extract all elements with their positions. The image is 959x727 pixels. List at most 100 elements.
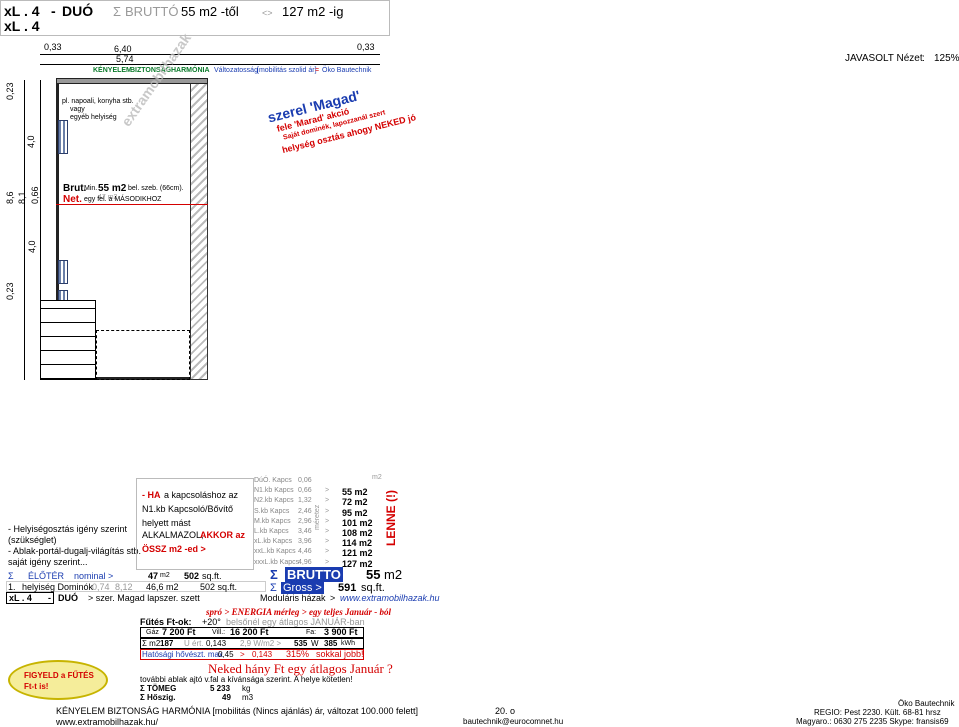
option-row-factor: 3,46 — [298, 528, 312, 535]
model-bar-arrow: > — [330, 593, 336, 603]
side-dim-g: 0,23 — [5, 282, 15, 300]
view-zoom[interactable]: 125% — [934, 53, 959, 64]
option-row-factor: 2,96 — [298, 518, 312, 525]
option-row-gt: > — [325, 559, 330, 566]
side-dim-a: 0,23 — [5, 82, 15, 100]
type-label: DUÓ — [62, 3, 94, 19]
room-note-2: vagy — [70, 106, 85, 113]
option-row-label: S.kb Kapcs — [254, 508, 290, 515]
room-row-area: 46,6 m2 — [146, 582, 179, 592]
net-area-unit: m2 — [160, 572, 170, 579]
brut-value: 55 m2 — [98, 183, 127, 194]
model-bar-link[interactable]: > szer. Magad lapszer. szett — [88, 593, 200, 603]
nominal-label: nominal > — [74, 571, 114, 581]
ha-line-2: N1.kb Kapcsoló/Bővítő — [142, 504, 234, 514]
room-row-label: helyiség Dominók — [22, 582, 94, 592]
tomeg-value: 5 233 — [210, 684, 231, 693]
option-row-gt: > — [325, 518, 330, 525]
energy-headline: spró > ENERGIA mérleg > egy teljes Januá… — [206, 607, 392, 617]
brutto-big-unit: m2 — [384, 567, 403, 582]
floor-note: egy fel. a MÁSODIKHOZ — [84, 196, 162, 203]
footer-mid-2[interactable]: bautechnik@eurocomnet.hu — [463, 717, 563, 726]
room-row-sqft: 502 sq.ft. — [200, 582, 238, 592]
dim-right: 0,33 — [357, 42, 375, 52]
room-row-num2: 8,12 — [115, 582, 133, 592]
room-row-num1: 0,74 — [92, 582, 110, 592]
options-unit: m2 — [372, 474, 382, 481]
u-value: 0,143 — [206, 639, 227, 648]
brutto-sigma: Σ — [270, 567, 278, 582]
w-value: 535 — [294, 639, 308, 648]
menu-item-0[interactable]: KÉNYELEM — [93, 67, 132, 74]
model-label: xL . 4 — [4, 3, 40, 19]
option-row-area: 121 m2 — [342, 548, 373, 558]
menu-variable[interactable]: Változatosság — [214, 67, 258, 74]
room-note-1: pl. napoali, konyha stb. — [62, 98, 134, 105]
footer-left-2[interactable]: www.extramobilhazak.hu/ — [56, 717, 158, 727]
option-row-label: xxL.kb Kapcs — [254, 548, 296, 555]
fa-value: 3 900 Ft — [324, 627, 358, 637]
option-row-gt: > — [325, 487, 330, 494]
summary-sigma: Σ — [8, 571, 14, 581]
footer-left-1: KÉNYELEM BIZTONSÁG HARMÓNIA [mobilitás (… — [56, 706, 418, 716]
room-row-idx: 1. — [8, 582, 16, 592]
brutto-big-value: 55 — [366, 567, 381, 582]
option-row-area: 72 m2 — [342, 497, 368, 507]
dim-left: 0,33 — [44, 42, 62, 52]
net-sqft-value: 502 — [184, 571, 200, 581]
menu-price[interactable]: [mobilitás szolid ár] — [257, 67, 317, 74]
stairs — [40, 300, 96, 380]
option-row-gt: > — [325, 508, 330, 515]
w-label: 2,9 W/m2 > — [240, 639, 282, 648]
note-3: - Ablak-portál-dugalj-világítás stb. — [8, 546, 142, 556]
side-dim-line — [24, 80, 25, 380]
kwh-unit: kWh — [341, 640, 355, 647]
wall-side — [190, 80, 208, 380]
option-row-area: 114 m2 — [342, 538, 373, 548]
window-left-2 — [58, 260, 68, 284]
option-row-factor: 2,46 — [298, 508, 312, 515]
dim-mid1: 6,40 — [114, 44, 132, 54]
figyeld-badge: FIGYELD a FŰTÉS Ft-t is! — [8, 660, 108, 700]
option-row-label: M.kb Kapcs — [254, 518, 291, 525]
sigma-symbol: Σ — [113, 4, 122, 19]
net-label: Net. — [63, 194, 82, 205]
range-to: 127 m2 -ig — [282, 4, 344, 19]
footer-right-2: REGIO: Pest 2230. Kült. 68-81 hrsz — [814, 708, 941, 717]
limit-gt: > — [240, 650, 245, 659]
option-row-label: L.kb Kapcs — [254, 528, 289, 535]
option-row-gt: > — [325, 497, 330, 504]
side-dim-d: 8,1 — [17, 191, 27, 204]
ha-line-1b: a kapcsoláshoz az — [164, 490, 239, 500]
option-row-factor: 4,46 — [298, 548, 312, 555]
limit-u2: 0,143 — [252, 650, 273, 659]
gas-value: 7 200 Ft — [162, 627, 196, 637]
footer-right-1: Öko Bautechnik — [898, 699, 955, 708]
hoszig-unit: m3 — [242, 693, 254, 702]
note-1: - Helyiségosztás igény szerint — [8, 524, 128, 534]
options-vertical-label: méretez — [314, 504, 321, 530]
window-left-1 — [58, 120, 68, 154]
tomeg-unit: kg — [242, 684, 251, 693]
range-arrow: <> — [262, 8, 273, 18]
model-bar-site[interactable]: www.extramobilhazak.hu — [340, 593, 440, 603]
kwh-value: 385 — [324, 639, 338, 648]
option-row-label: DúÓ. Kapcs — [254, 477, 292, 484]
option-row-factor: 1,32 — [298, 497, 312, 504]
side-dim-b: 4,0 — [26, 135, 36, 148]
option-row-label: N2.kb Kapcs — [254, 497, 294, 504]
porch — [96, 330, 190, 380]
option-row-label: xxxL.kb Kapcs — [254, 559, 300, 566]
fa-label: Fa: — [306, 629, 317, 636]
menu-company[interactable]: Öko Bautechnik — [322, 67, 371, 74]
ha-line-5: ÖSSZ m2 -ed > — [142, 544, 206, 554]
ha-line-1a: - HA — [142, 490, 161, 500]
view-colon: : — [922, 53, 925, 64]
ha-line-3: helyett mást — [142, 518, 191, 528]
option-row-gt: > — [325, 548, 330, 555]
question-note: további ablak ajtó v.fal a kívánsága sze… — [140, 675, 353, 684]
option-row-area: 101 m2 — [342, 518, 373, 528]
menu-item-2[interactable]: HARMÓNIA — [171, 67, 210, 74]
inside-temp: +20° — [202, 617, 221, 627]
wall-top — [56, 78, 208, 84]
